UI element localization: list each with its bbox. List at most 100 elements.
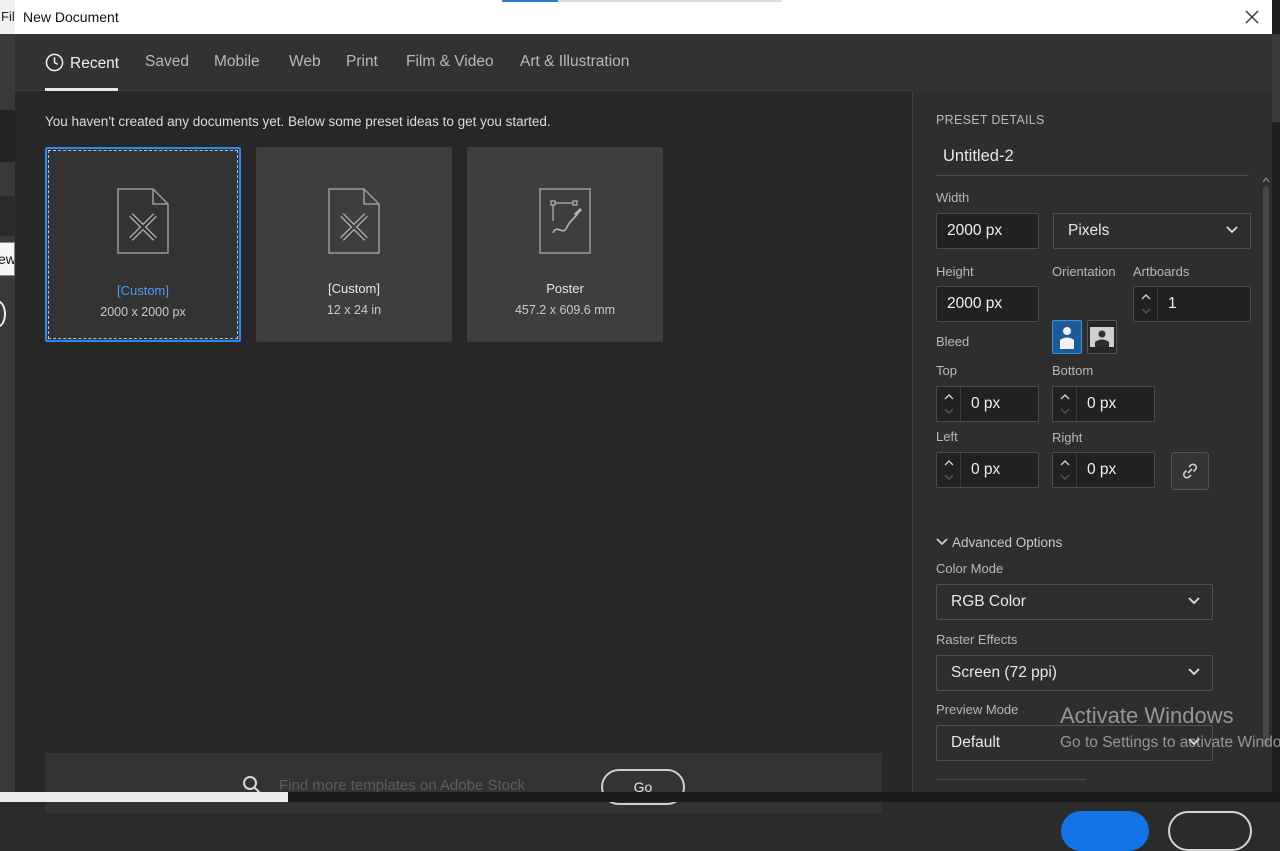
preset-size: 2000 x 2000 px — [100, 305, 186, 319]
portrait-orientation-button[interactable] — [1052, 320, 1082, 354]
custom-document-icon — [117, 188, 169, 254]
window-title: New Document — [23, 9, 119, 25]
raster-effects-label: Raster Effects — [936, 632, 1018, 647]
landscape-orientation-button[interactable] — [1087, 320, 1117, 354]
tab-saved[interactable]: Saved — [145, 53, 189, 71]
tab-recent-label: Recent — [70, 55, 120, 72]
intro-text: You haven't created any documents yet. B… — [45, 114, 551, 129]
scroll-up-icon[interactable] — [1261, 176, 1271, 184]
custom-document-icon — [328, 188, 380, 254]
color-mode-label: Color Mode — [936, 561, 1004, 576]
bleed-right-value: 0 px — [1087, 461, 1117, 478]
bleed-top-stepper[interactable]: 0 px — [936, 386, 1039, 422]
preset-details-panel: PRESET DETAILS Untitled-2 Width 2000 px … — [912, 91, 1272, 851]
artboards-arrows — [1134, 287, 1158, 321]
preview-mode-label: Preview Mode — [936, 702, 1019, 717]
preview-mode-value: Default — [951, 734, 1001, 751]
raster-effects-value: Screen (72 ppi) — [951, 664, 1057, 681]
panel-scrollbar[interactable] — [1261, 176, 1271, 776]
background-menu-fragment: Fil — [0, 0, 15, 34]
preset-name: [Custom] — [327, 281, 380, 296]
preset-name: Poster — [546, 281, 584, 296]
clock-icon — [45, 53, 64, 72]
preset-size: 12 x 24 in — [326, 303, 382, 317]
link-bleed-button[interactable] — [1171, 452, 1209, 490]
advanced-options-label: Advanced Options — [952, 535, 1063, 550]
tab-print[interactable]: Print — [346, 53, 378, 71]
bleed-bottom-stepper[interactable]: 0 px — [1052, 386, 1155, 422]
chevron-down-icon[interactable] — [1140, 305, 1152, 317]
bleed-bottom-value: 0 px — [1087, 395, 1117, 412]
close-icon[interactable] — [1242, 7, 1262, 27]
titlebar-accent-line — [502, 0, 782, 2]
chevron-up-icon[interactable] — [1059, 391, 1071, 403]
artboards-value: 1 — [1168, 295, 1177, 312]
chevron-up-icon[interactable] — [1059, 457, 1071, 469]
close-button[interactable] — [1168, 811, 1252, 851]
new-document-dialog: Recent Saved Mobile Web Print Film & Vid… — [15, 34, 1272, 851]
background-tab-fragment: ew — [0, 242, 15, 276]
chevron-up-icon[interactable] — [943, 457, 955, 469]
preset-card-custom-in[interactable]: [Custom] 12 x 24 in — [256, 147, 452, 342]
units-select[interactable]: Pixels — [1053, 213, 1251, 249]
background-panel-strip — [0, 196, 15, 236]
tab-recent[interactable]: Recent — [45, 53, 119, 73]
chevron-down-icon — [936, 538, 948, 546]
partial-field-edge — [936, 779, 1086, 780]
background-app-edge: Fil ew — [0, 0, 15, 802]
preset-size: 457.2 x 609.6 mm — [514, 303, 616, 317]
height-input[interactable]: 2000 px — [936, 286, 1039, 322]
presets-area: You haven't created any documents yet. B… — [15, 91, 912, 813]
color-mode-select[interactable]: RGB Color — [936, 584, 1213, 620]
bleed-right-stepper[interactable]: 0 px — [1052, 452, 1155, 488]
units-value: Pixels — [1068, 222, 1110, 239]
chevron-up-icon[interactable] — [1140, 291, 1152, 303]
bleed-top-value: 0 px — [971, 395, 1001, 412]
orientation-label: Orientation — [1052, 264, 1116, 279]
chevron-up-icon[interactable] — [943, 391, 955, 403]
bleed-top-label: Top — [936, 363, 957, 378]
width-input[interactable]: 2000 px — [936, 213, 1039, 249]
bleed-right-label: Right — [1052, 430, 1083, 445]
tab-art-illustration[interactable]: Art & Illustration — [520, 53, 629, 71]
stock-search-bar: Find more templates on Adobe Stock Go — [45, 753, 882, 813]
advanced-options-toggle[interactable]: Advanced Options — [936, 535, 1062, 550]
chevron-down-icon — [1188, 738, 1200, 746]
height-label: Height — [936, 264, 974, 279]
preset-card-poster[interactable]: Poster 457.2 x 609.6 mm — [467, 147, 663, 342]
chevron-down-icon — [1188, 668, 1200, 676]
preset-card-custom-px[interactable]: [Custom] 2000 x 2000 px — [45, 147, 241, 342]
background-app-right-edge — [1272, 0, 1280, 802]
tab-film-video[interactable]: Film & Video — [406, 53, 494, 71]
bleed-left-value: 0 px — [971, 461, 1001, 478]
chevron-down-icon[interactable] — [943, 471, 955, 483]
create-button[interactable] — [1061, 811, 1149, 851]
preview-mode-select[interactable]: Default — [936, 725, 1213, 761]
background-toolbar-strip — [0, 110, 15, 162]
chevron-down-icon[interactable] — [1059, 471, 1071, 483]
link-icon — [1183, 463, 1197, 479]
artboards-label: Artboards — [1133, 264, 1190, 279]
document-name-field[interactable]: Untitled-2 — [943, 147, 1014, 166]
window-titlebar: New Document — [15, 0, 1272, 34]
chevron-down-icon[interactable] — [1059, 405, 1071, 417]
raster-effects-select[interactable]: Screen (72 ppi) — [936, 655, 1213, 691]
taskbar-search-box[interactable] — [0, 792, 288, 802]
background-circle-icon — [0, 300, 6, 328]
category-tabs: Recent Saved Mobile Web Print Film & Vid… — [15, 34, 912, 91]
bleed-left-label: Left — [936, 429, 958, 444]
tab-mobile[interactable]: Mobile — [214, 53, 260, 71]
preset-name: [Custom] — [116, 283, 169, 298]
poster-document-icon — [539, 188, 591, 254]
chevron-down-icon[interactable] — [943, 405, 955, 417]
bleed-bottom-label: Bottom — [1052, 363, 1094, 378]
document-name-underline — [936, 175, 1249, 176]
bleed-left-stepper[interactable]: 0 px — [936, 452, 1039, 488]
width-label: Width — [936, 190, 970, 205]
chevron-down-icon — [1188, 597, 1200, 605]
scrollbar-thumb[interactable] — [1263, 186, 1269, 746]
taskbar-edge — [0, 792, 1280, 802]
artboards-stepper[interactable]: 1 — [1133, 286, 1251, 322]
bleed-label: Bleed — [936, 334, 970, 349]
tab-web[interactable]: Web — [289, 53, 321, 71]
